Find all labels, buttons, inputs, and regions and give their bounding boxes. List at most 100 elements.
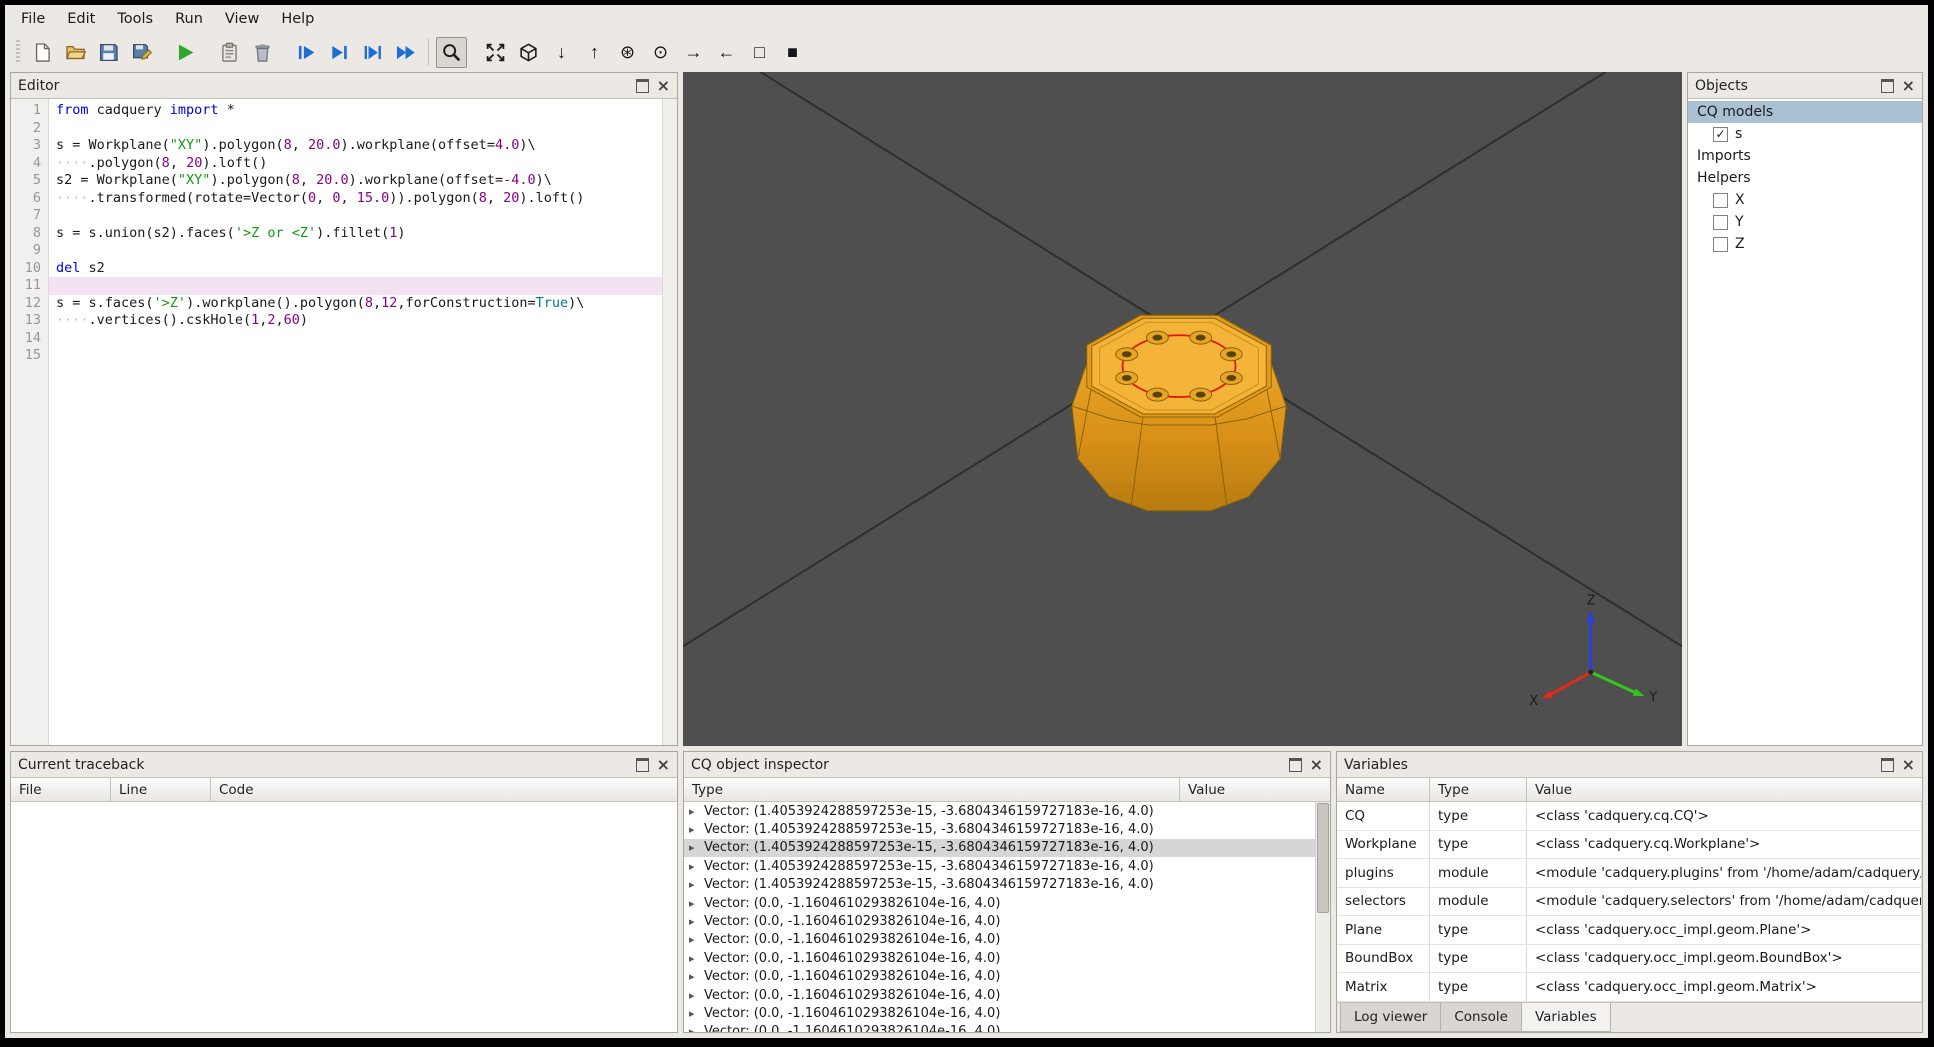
inspector-col-type[interactable]: Type	[684, 778, 1180, 801]
code-line-6[interactable]: ····.transformed(rotate=Vector(0, 0, 15.…	[49, 190, 662, 208]
traceback-col-file[interactable]: File	[11, 778, 111, 801]
view-front-button[interactable]: ⊛	[612, 37, 643, 68]
code-line-9[interactable]	[49, 242, 662, 260]
variables-col-value[interactable]: Value	[1527, 778, 1922, 801]
close-icon[interactable]: ×	[657, 756, 670, 773]
toolbar-drag-handle[interactable]	[16, 40, 20, 64]
close-icon[interactable]: ×	[657, 77, 670, 94]
shaded-button[interactable]: ■	[777, 37, 808, 68]
new-file-button[interactable]	[27, 37, 58, 68]
close-icon[interactable]: ×	[1902, 756, 1915, 773]
tree-item-y[interactable]: Y	[1688, 211, 1922, 233]
code-line-14[interactable]	[49, 330, 662, 348]
expander-icon[interactable]: ▸	[689, 989, 704, 1002]
expander-icon[interactable]: ▸	[689, 970, 704, 983]
open-button[interactable]	[60, 37, 91, 68]
3d-scene[interactable]: Z Y X	[683, 72, 1682, 746]
view-back-button[interactable]: ⊙	[645, 37, 676, 68]
float-icon[interactable]	[1880, 757, 1894, 772]
copy-button[interactable]	[214, 37, 245, 68]
variable-row-boundbox[interactable]: BoundBox type <class 'cadquery.occ_impl.ge…	[1337, 944, 1922, 973]
expander-icon[interactable]: ▸	[689, 841, 704, 854]
float-icon[interactable]	[1880, 78, 1894, 93]
tree-item-imports[interactable]: Imports	[1688, 145, 1922, 167]
tab-log-viewer[interactable]: Log viewer	[1340, 1003, 1442, 1032]
inspector-row[interactable]: ▸ Vector: (0.0, -1.1604610293826104e-16, …	[684, 986, 1315, 1004]
zoom-fit-button[interactable]	[436, 36, 467, 68]
tree-item-helpers[interactable]: Helpers	[1688, 167, 1922, 189]
expander-icon[interactable]: ▸	[689, 915, 704, 928]
inspector-row[interactable]: ▸ Vector: (0.0, -1.1604610293826104e-16, …	[684, 912, 1315, 930]
expander-icon[interactable]: ▸	[689, 823, 704, 836]
menu-item-help[interactable]: Help	[270, 8, 325, 30]
tree-item-x[interactable]: X	[1688, 189, 1922, 211]
menu-item-edit[interactable]: Edit	[56, 8, 106, 30]
code-line-2[interactable]	[49, 120, 662, 138]
code-line-1[interactable]: from cadquery import *	[49, 102, 662, 120]
float-icon[interactable]	[635, 757, 649, 772]
inspector-row[interactable]: ▸ Vector: (1.4053924288597253e-15, -3.680…	[684, 802, 1315, 820]
iso-view-button[interactable]	[513, 37, 544, 68]
tab-console[interactable]: Console	[1440, 1003, 1522, 1032]
delete-button[interactable]	[247, 37, 278, 68]
inspector-row[interactable]: ▸ Vector: (1.4053924288597253e-15, -3.680…	[684, 820, 1315, 838]
inspector-scrollbar[interactable]	[1315, 802, 1330, 1032]
code-line-8[interactable]: s = s.union(s2).faces('>Z or <Z').fillet…	[49, 225, 662, 243]
variable-row-cq[interactable]: CQ type <class 'cadquery.cq.CQ'>	[1337, 802, 1922, 831]
float-icon[interactable]	[635, 78, 649, 93]
menu-item-run[interactable]: Run	[164, 8, 214, 30]
close-icon[interactable]: ×	[1902, 77, 1915, 94]
variable-row-plane[interactable]: Plane type <class 'cadquery.occ_impl.geom.…	[1337, 916, 1922, 945]
variable-row-selectors[interactable]: selectors module <module 'cadquery.selecto…	[1337, 887, 1922, 916]
variable-row-workplane[interactable]: Workplane type <class 'cadquery.cq.Workpla…	[1337, 830, 1922, 859]
wireframe-button[interactable]: □	[744, 37, 775, 68]
checkbox-z[interactable]	[1713, 236, 1728, 252]
checkbox-x[interactable]	[1713, 192, 1728, 208]
debug-play-button[interactable]	[291, 37, 322, 68]
inspector-row[interactable]: ▸ Vector: (1.4053924288597253e-15, -3.680…	[684, 857, 1315, 875]
render-button[interactable]	[170, 37, 201, 68]
expander-icon[interactable]: ▸	[689, 933, 704, 946]
editor-scrollbar[interactable]	[662, 99, 677, 745]
expander-icon[interactable]: ▸	[689, 952, 704, 965]
inspector-row[interactable]: ▸ Vector: (0.0, -1.1604610293826104e-16, …	[684, 1004, 1315, 1022]
traceback-col-code[interactable]: Code	[211, 778, 677, 801]
view-left-button[interactable]: ←	[711, 37, 742, 68]
expander-icon[interactable]: ▸	[689, 878, 704, 891]
fit-all-button[interactable]	[480, 37, 511, 68]
inspector-row[interactable]: ▸ Vector: (0.0, -1.1604610293826104e-16, …	[684, 931, 1315, 949]
inspector-row[interactable]: ▸ Vector: (0.0, -1.1604610293826104e-16, …	[684, 894, 1315, 912]
expander-icon[interactable]: ▸	[689, 1025, 704, 1032]
expander-icon[interactable]: ▸	[689, 860, 704, 873]
code-line-12[interactable]: s = s.faces('>Z').workplane().polygon(8,…	[49, 295, 662, 313]
code-line-13[interactable]: ····.vertices().cskHole(1,2,60)	[49, 312, 662, 330]
continue-button[interactable]	[390, 37, 421, 68]
code-line-4[interactable]: ····.polygon(8, 20).loft()	[49, 155, 662, 173]
code-line-5[interactable]: s2 = Workplane("XY").polygon(8, 20.0).wo…	[49, 172, 662, 190]
view-right-button[interactable]: →	[678, 37, 709, 68]
code-lines[interactable]: from cadquery import * s = Workplane("XY"…	[49, 99, 662, 745]
scrollbar-thumb[interactable]	[1317, 803, 1329, 913]
variables-col-name[interactable]: Name	[1337, 778, 1430, 801]
view-bottom-button[interactable]: ↓	[546, 37, 577, 68]
code-line-15[interactable]	[49, 347, 662, 365]
step-over-button[interactable]	[324, 37, 355, 68]
code-line-10[interactable]: del s2	[49, 260, 662, 278]
inspector-row[interactable]: ▸ Vector: (0.0, -1.1604610293826104e-16, …	[684, 968, 1315, 986]
save-button[interactable]	[93, 37, 124, 68]
checkbox-y[interactable]	[1713, 214, 1728, 230]
variable-row-plugins[interactable]: plugins module <module 'cadquery.plugins' …	[1337, 859, 1922, 888]
menu-item-view[interactable]: View	[214, 8, 270, 30]
expander-icon[interactable]: ▸	[689, 805, 704, 818]
cad-model[interactable]	[1071, 314, 1287, 512]
inspector-row[interactable]: ▸ Vector: (0.0, -1.1604610293826104e-16, …	[684, 949, 1315, 967]
code-editor[interactable]: 1 2 3 4 5 6 7 8 9 10 11 12 13 14 15 from cadquery impo…	[11, 99, 677, 745]
code-line-7[interactable]	[49, 207, 662, 225]
tree-item-z[interactable]: Z	[1688, 233, 1922, 255]
code-line-3[interactable]: s = Workplane("XY").polygon(8, 20.0).wor…	[49, 137, 662, 155]
tree-item-cq-models[interactable]: CQ models	[1688, 101, 1922, 123]
variable-row-matrix[interactable]: Matrix type <class 'cadquery.occ_impl.geom…	[1337, 973, 1922, 1002]
float-icon[interactable]	[1288, 757, 1302, 772]
tree-item-s[interactable]: ✓ s	[1688, 123, 1922, 145]
inspector-row[interactable]: ▸ Vector: (1.4053924288597253e-15, -3.680…	[684, 876, 1315, 894]
